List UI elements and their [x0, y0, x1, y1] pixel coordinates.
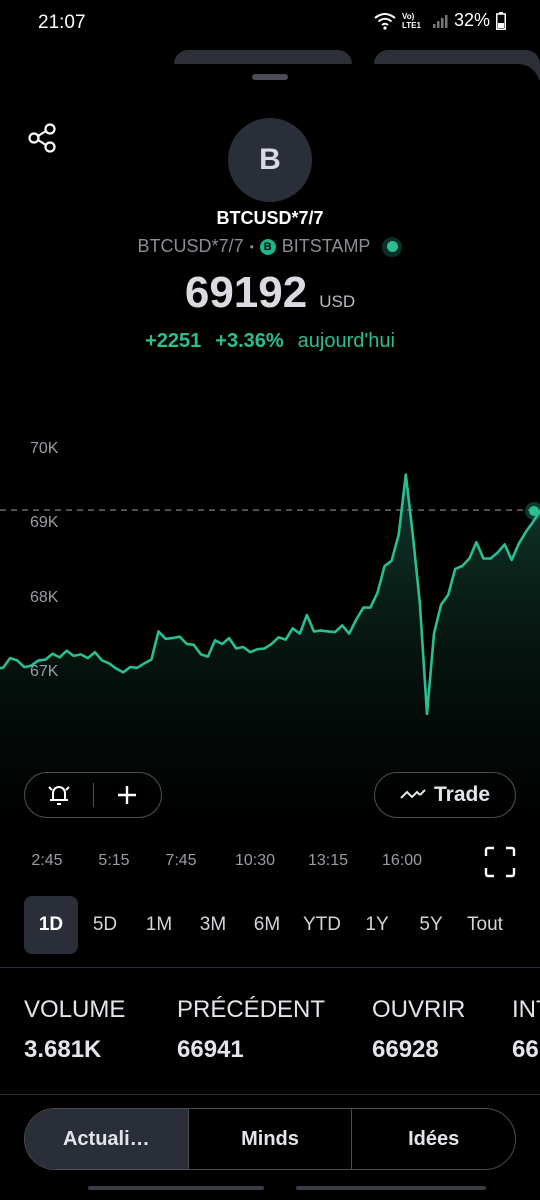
y-tick-label: 69K — [30, 514, 59, 532]
add-alert-button[interactable] — [25, 772, 93, 818]
stat-open: OUVRIR 66928 — [372, 996, 465, 1064]
stat-value: 3.681K — [24, 1036, 102, 1063]
change-percent: +3.36% — [215, 330, 284, 352]
trade-button[interactable]: Trade — [374, 772, 516, 818]
status-time: 21:07 — [38, 12, 86, 33]
divider — [0, 967, 540, 968]
range-3m-button[interactable]: 3M — [186, 896, 240, 954]
wifi-icon — [374, 12, 396, 30]
price-row: 69192 USD — [0, 268, 540, 318]
exchange-name: BITSTAMP — [281, 236, 371, 256]
range-selector: 1D 5D 1M 3M 6M YTD 1Y 5Y Tout — [24, 896, 512, 954]
stat-intraday: INT 66 — [512, 996, 540, 1064]
x-tick-label: 7:45 — [165, 852, 197, 869]
exchange-logo-icon: B — [259, 238, 276, 255]
battery-percent: 32% — [453, 10, 490, 30]
fullscreen-icon[interactable] — [484, 846, 516, 878]
status-bar: 21:07 Vo) LTE1 32% — [0, 0, 540, 48]
trend-wave-icon — [400, 789, 426, 799]
subtitle-separator: • — [249, 239, 254, 254]
alarm-bell-icon — [48, 786, 70, 805]
y-tick-label: 68K — [30, 588, 59, 606]
signal-icon — [432, 14, 448, 28]
stat-label: INT — [512, 996, 540, 1023]
x-tick-label: 2:45 — [31, 852, 63, 869]
tab-ideas[interactable]: Idées — [352, 1109, 515, 1169]
alert-add-group — [24, 772, 162, 818]
status-icons: Vo) LTE1 32% — [374, 10, 506, 31]
gesture-bar-left — [88, 1186, 264, 1190]
change-period-label: aujourd'hui — [297, 330, 395, 352]
y-tick-label: 67K — [30, 663, 59, 680]
x-tick-label: 10:30 — [234, 852, 276, 869]
tab-news[interactable]: Actuali… — [25, 1109, 189, 1169]
stat-volume: VOLUME 3.681K — [24, 996, 125, 1064]
symbol-avatar: B — [228, 118, 312, 202]
last-point-marker — [529, 505, 539, 516]
change-absolute: +2251 — [145, 330, 202, 352]
change-row: +2251 +3.36% aujourd'hui — [0, 330, 540, 353]
range-6m-button[interactable]: 6M — [240, 896, 294, 954]
x-tick-label: 13:15 — [307, 852, 349, 869]
plus-icon — [118, 786, 137, 804]
range-1y-button[interactable]: 1Y — [350, 896, 404, 954]
trade-button-label: Trade — [433, 783, 491, 806]
symbol-title: BTCUSD*7/7 — [216, 208, 324, 228]
battery-icon — [496, 11, 506, 30]
stat-label: PRÉCÉDENT — [177, 996, 326, 1023]
divider — [0, 1094, 540, 1095]
range-1m-button[interactable]: 1M — [132, 896, 186, 954]
share-icon[interactable] — [26, 122, 58, 154]
price-chart[interactable]: 70K 69K 68K 67K — [0, 430, 540, 810]
content-tabs: Actuali… Minds Idées — [24, 1108, 516, 1170]
price-chart-svg[interactable] — [0, 430, 540, 810]
symbol-subtitle: BTCUSD*7/7 • B BITSTAMP — [0, 236, 540, 257]
range-ytd-button[interactable]: YTD — [294, 896, 350, 954]
range-5d-button[interactable]: 5D — [78, 896, 132, 954]
lte-icon: Vo) LTE1 — [401, 11, 421, 30]
x-tick-label: 5:15 — [98, 852, 130, 869]
last-price: 69192 — [184, 268, 308, 317]
y-tick-label: 70K — [30, 440, 59, 457]
price-currency: USD — [319, 292, 356, 311]
market-open-indicator — [382, 236, 403, 257]
range-5y-button[interactable]: 5Y — [404, 896, 458, 954]
stat-label: VOLUME — [24, 996, 126, 1023]
price-area-fill — [0, 474, 540, 810]
tab-minds[interactable]: Minds — [189, 1109, 353, 1169]
add-to-watchlist-button[interactable] — [94, 772, 162, 818]
range-1d-button[interactable]: 1D — [24, 896, 78, 954]
stat-label: OUVRIR — [372, 996, 466, 1023]
gesture-bar-right — [296, 1186, 486, 1190]
stat-value: 66 — [512, 1036, 539, 1063]
range-all-button[interactable]: Tout — [458, 896, 512, 954]
stat-previous: PRÉCÉDENT 66941 — [177, 996, 325, 1064]
drag-handle[interactable] — [252, 74, 288, 80]
symbol-subtitle-text: BTCUSD*7/7 — [137, 236, 244, 256]
stat-value: 66928 — [372, 1036, 439, 1063]
x-axis-labels: 2:45 5:15 7:45 10:30 13:15 16:00 — [0, 852, 540, 876]
stat-value: 66941 — [177, 1036, 244, 1063]
x-tick-label: 16:00 — [381, 852, 423, 869]
